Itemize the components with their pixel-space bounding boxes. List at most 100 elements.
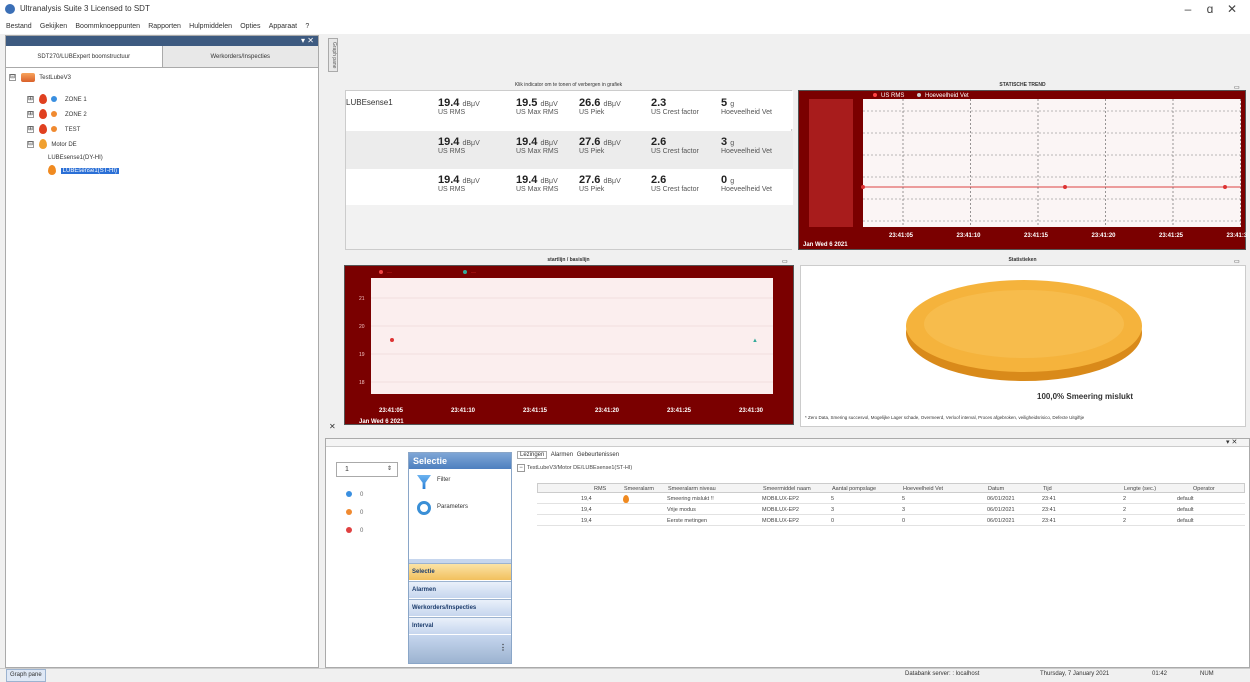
start-x-tick: 23:41:05 [379,408,404,414]
indicator-cell[interactable]: 19.4 dBμV US RMS [438,174,480,193]
graph-pane-tab[interactable]: Graph pane [328,38,338,72]
pie-highlight [924,290,1124,358]
indicator-unit: dBμV [462,178,480,185]
start-chart-title: startlijn / basislijn [547,257,590,263]
parameters-item[interactable]: Parameters [417,499,507,521]
indicator-unit: dBμV [603,140,621,147]
menu-hulpmiddelen[interactable]: Hulpmiddelen [189,20,232,34]
spinner-arrows-icon[interactable]: ⇕ [387,463,392,476]
tab-boomstructuur[interactable]: SDT270/LUBExpert boomstructuur [6,46,163,67]
indicator-cell[interactable]: 27.6 dBμV US Piek [579,174,621,193]
start-collapse-button[interactable]: ▭ [782,258,788,265]
indicator-unit: dBμV [462,101,480,108]
start-close-button[interactable]: ✕ [329,422,336,431]
indicator-value: 3 [721,136,728,148]
expand-icon[interactable]: ⊞ [27,125,34,133]
indicator-unit: dBμV [603,178,621,185]
tree-node-zone2[interactable]: ⊞ ZONE 2 [27,109,87,121]
collapse-icon[interactable]: ⊟ [9,73,16,81]
trend-x-tick: 23:41:10 [957,233,982,239]
collapse-icon[interactable]: ⊟ [27,140,34,148]
table-row[interactable]: 19,4 Vrije modus MOBILUX-EP2 3 3 06/01/2… [537,505,1245,515]
menu-apparaat[interactable]: Apparaat [269,20,297,34]
close-button[interactable]: ✕ [1222,2,1242,16]
readings-pin[interactable]: ▾ ✕ [1226,438,1237,446]
tab-gebeurtenissen[interactable]: Gebeurtenissen [577,452,619,458]
indicator-unit: dBμV [540,140,558,147]
pie-label: 100,0% Smeering mislukt [1037,392,1133,401]
stats-chart: 100,0% Smeering mislukt * Zero Data, Sme… [800,265,1246,427]
start-x-tick: 23:41:10 [451,408,476,414]
count-spinner[interactable]: 1 ⇕ [336,462,398,477]
tab-alarmen[interactable]: Alarmen [551,452,573,458]
tree-node-test[interactable]: ⊞ TEST [27,124,80,136]
indicator-cell[interactable]: 3 g Hoeveelheid Vet [721,136,772,155]
more-icon[interactable]: ⋮ [499,643,507,652]
menu-bekijken[interactable]: Gekijken [40,20,67,34]
nav-interval[interactable]: Interval [409,617,511,634]
expand-icon[interactable]: ⊞ [27,95,34,103]
indicator-cell[interactable]: 2.6 US Crest factor [651,174,699,193]
indicator-value: 19.4 [438,136,460,148]
group-collapse-icon[interactable]: − [517,464,525,472]
tree-node-motor-de[interactable]: ⊟ Motor DE [27,139,77,151]
count-blue: 0 [346,489,363,507]
nav-werkorders[interactable]: Werkorders/Inspecties [409,599,511,616]
indicator-value: 19.4 [516,136,538,148]
indicator-cell[interactable]: 27.6 dBμV US Piek [579,136,621,155]
minimize-button[interactable]: – [1178,2,1198,16]
indicator-unit: dBμV [603,101,621,108]
tab-lezingen[interactable]: Lezingen [517,451,548,459]
maximize-button[interactable]: ɑ [1200,2,1220,16]
tree-node-zone1[interactable]: ⊞ ZONE 1 [27,94,87,106]
status-count-list: 0 0 0 [346,489,363,543]
filter-item[interactable]: Filter [417,473,507,495]
indicator-unit: g [730,178,735,185]
menu-rapporten[interactable]: Rapporten [148,20,181,34]
stats-collapse-button[interactable]: ▭ [1234,258,1240,265]
tree-node-root[interactable]: ⊟ TestLubeV3 [9,72,71,84]
indicator-cell[interactable]: 5 g Hoeveelheid Vet [721,97,772,116]
menu-boomknooppunten[interactable]: Boommknoeppunten [75,20,140,34]
start-x-tick: 23:41:15 [523,408,548,414]
stats-chart-svg: 100,0% Smeering mislukt * Zero Data, Sme… [805,280,1142,420]
nav-selectie[interactable]: Selectie [409,563,511,580]
graph-pane-status-tab[interactable]: Graph pane [6,669,46,682]
indicator-cell[interactable]: 19.4 dBμV US Max RMS [516,136,558,155]
indicator-cell[interactable]: 26.6 dBμV US Piek [579,97,621,116]
tree-node-lubesense-dy[interactable]: LUBEsense1(DY-HI) [48,152,103,164]
trend-x-tick: 23:41:15 [1024,233,1049,239]
expand-icon[interactable]: ⊞ [27,110,34,118]
indicator-value: 2.6 [651,136,667,148]
tree-node-label: LUBEsense1(DY-HI) [48,155,103,161]
nav-alarmen[interactable]: Alarmen [409,581,511,598]
readings-path: TestLubeV3/Motor DE/LUBEsense1(ST-HI) [527,465,633,471]
tree-node-label: TEST [64,127,81,133]
readings-tabs: Lezingen Alarmen Gebeurtenissen [517,451,619,459]
indicator-label: US Crest factor [651,109,699,116]
tree-panel-pin[interactable]: ▾ ✕ [6,36,318,46]
trend-x-tick: 23:41:20 [1092,233,1117,239]
indicator-cell[interactable]: 0 g Hoeveelheid Vet [721,174,772,193]
table-row[interactable]: 19,4 Smeering mislukt !! MOBILUX-EP2 5 5… [537,494,1245,504]
indicator-cell[interactable]: 2.3 US Crest factor [651,97,699,116]
table-row[interactable]: 19,4 Eerste metingen MOBILUX-EP2 0 0 06/… [537,516,1245,526]
tab-werkorders[interactable]: Werkorders/Inspecties [162,46,318,67]
indicator-label: Hoeveelheid Vet [721,148,772,155]
indicator-cell[interactable]: 19.5 dBμV US Max RMS [516,97,558,116]
indicator-cell[interactable]: 19.4 dBμV US Max RMS [516,174,558,193]
indicator-cell[interactable]: 19.4 dBμV US RMS [438,97,480,116]
spinner-value: 1 [345,466,349,473]
indicator-cell[interactable]: 19.4 dBμV US RMS [438,136,480,155]
menu-opties[interactable]: Opties [240,20,260,34]
start-chart: — — 23:41:05 23:41:10 23:41:15 23:41:20 23:4… [344,265,794,425]
indicator-label: US Piek [579,109,605,116]
menu-bestand[interactable]: Bestand [6,20,32,34]
status-time: 01:42 [1152,671,1168,677]
trend-chart-svg: US RMS Hoeveelheid Vet 23:41:05 23:41:10 2… [803,93,1250,248]
start-x-tick: 23:41:20 [595,408,620,414]
menu-help[interactable]: ? [305,20,309,34]
tree-node-lubesense-st[interactable]: LUBEsense1(ST-HI) [48,165,120,177]
start-point-red [390,338,394,342]
indicator-cell[interactable]: 2.6 US Crest factor [651,136,699,155]
